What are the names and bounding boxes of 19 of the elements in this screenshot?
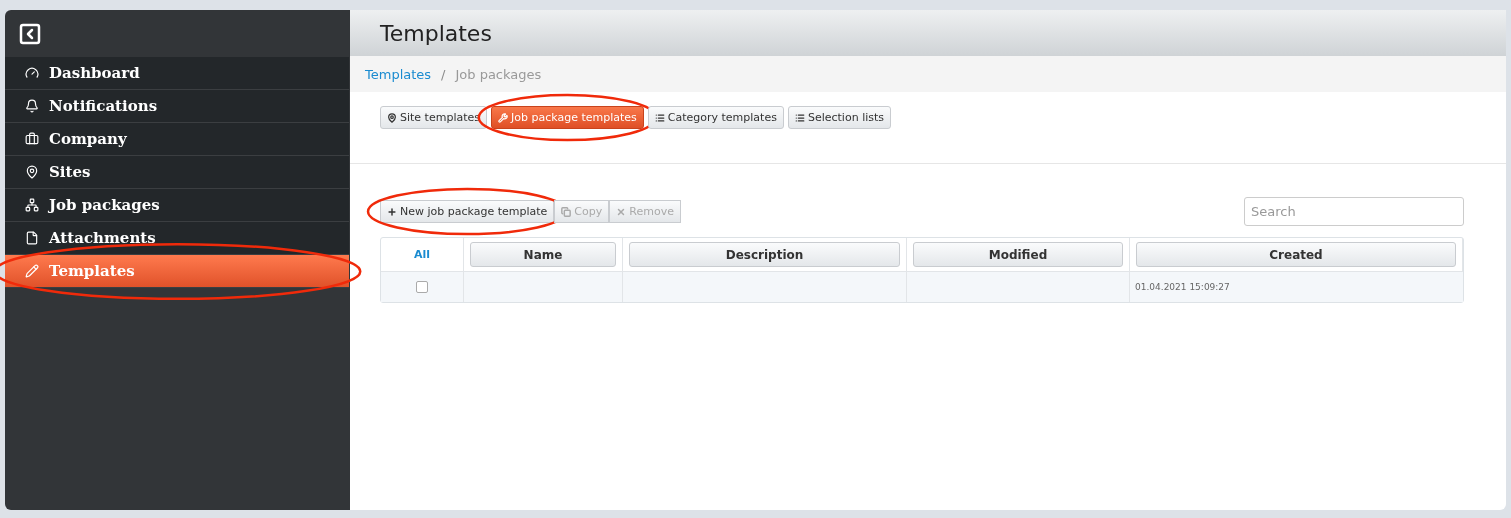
- sidebar-item[interactable]: Sites: [5, 156, 349, 189]
- column-header[interactable]: Modified: [913, 242, 1123, 267]
- column-header[interactable]: Created: [1136, 242, 1456, 267]
- new-button[interactable]: New job package template: [380, 200, 555, 223]
- sidebar-item[interactable]: Company: [5, 123, 349, 156]
- page-title: Templates: [380, 20, 492, 46]
- sidebar-item[interactable]: Notifications: [5, 90, 349, 123]
- column-header[interactable]: Description: [629, 242, 900, 267]
- tab[interactable]: Category templates: [647, 106, 784, 129]
- sidebar-item[interactable]: Job packages: [5, 189, 349, 222]
- sidebar-item[interactable]: Dashboard: [5, 57, 349, 90]
- table-cell: 01.04.2021 15:09:27: [1135, 282, 1230, 292]
- breadcrumb-separator: /: [441, 66, 446, 82]
- select-all-link[interactable]: All: [413, 248, 431, 261]
- column-header[interactable]: Name: [470, 242, 616, 267]
- search-field[interactable]: Search: [1244, 197, 1464, 226]
- sidebar-item[interactable]: Attachments: [5, 222, 349, 255]
- tab[interactable]: Selection lists: [787, 106, 891, 129]
- breadcrumb-current: Job packages: [455, 66, 542, 82]
